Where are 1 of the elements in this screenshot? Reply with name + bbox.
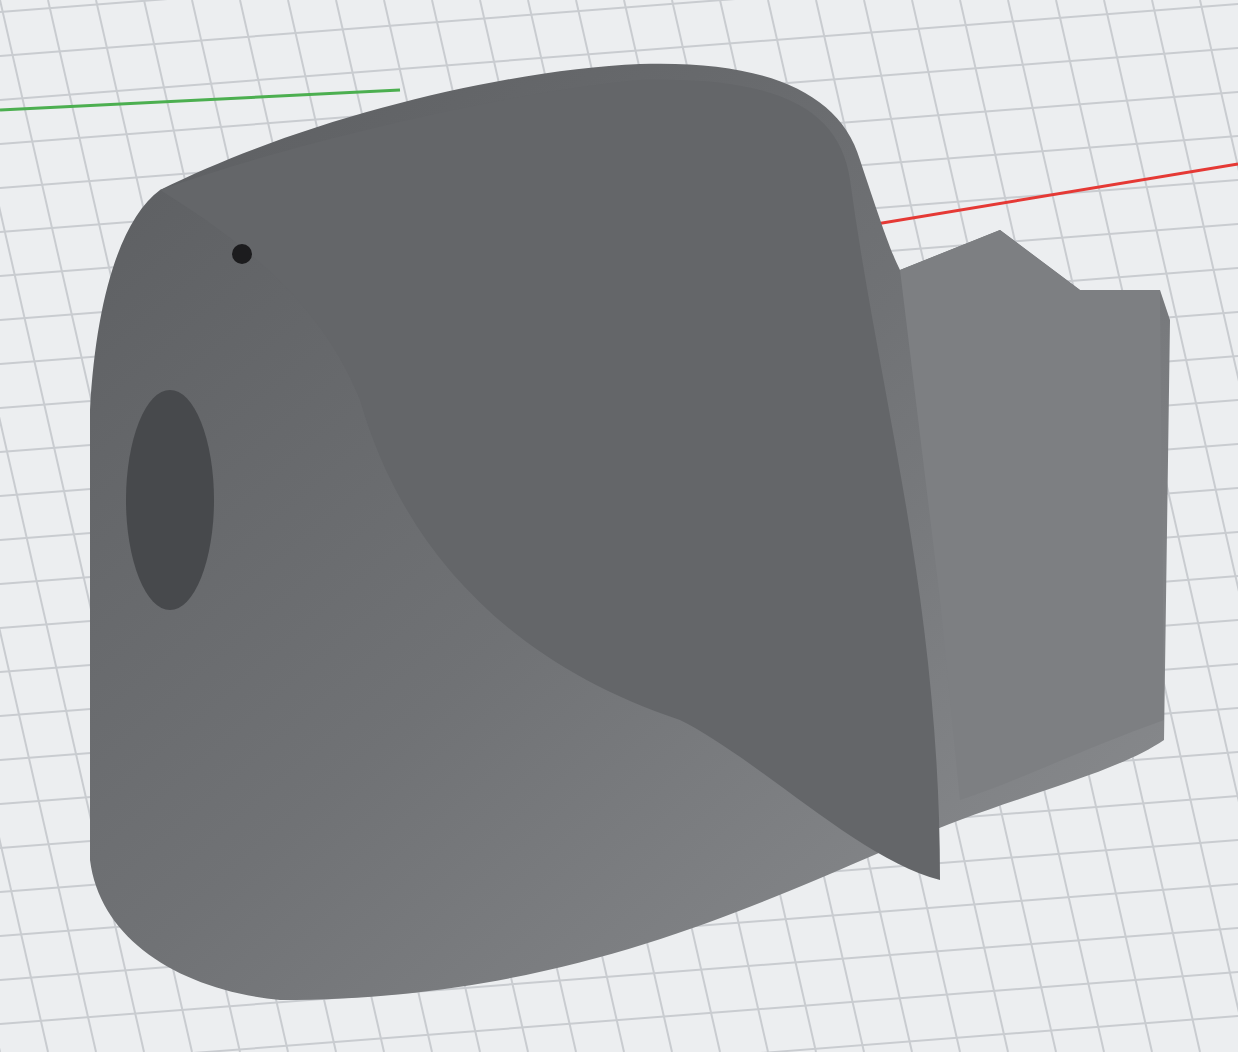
model-drawing[interactable]	[90, 63, 1170, 1000]
